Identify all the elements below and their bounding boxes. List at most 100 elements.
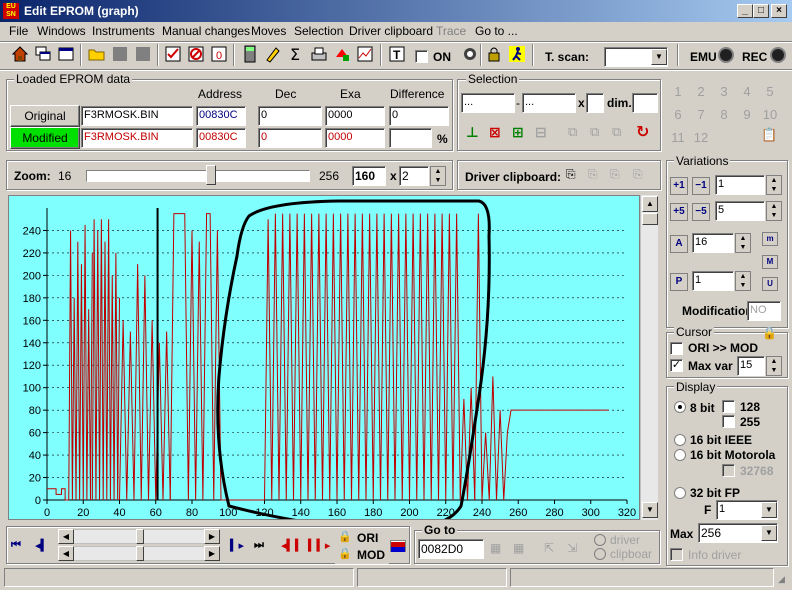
original-diff-field[interactable]: 0 <box>389 106 449 126</box>
number-key[interactable]: 7 <box>691 105 711 125</box>
chevron-down-icon[interactable]: ▼ <box>651 49 667 65</box>
select-start-icon[interactable]: ⊥ <box>466 124 482 140</box>
radio-clipboard[interactable] <box>594 548 606 560</box>
scroll-right-icon[interactable]: ▶ <box>204 546 220 561</box>
maximize-button[interactable]: □ <box>753 4 769 18</box>
check-128[interactable] <box>722 400 735 413</box>
percent-icon[interactable]: P <box>670 273 688 291</box>
plus-five-icon[interactable]: +5 <box>670 203 688 221</box>
menu-moves[interactable]: Moves <box>251 24 286 38</box>
zoom-slider-thumb[interactable] <box>205 165 216 185</box>
max-var-checkbox[interactable]: ✓ <box>670 359 683 372</box>
radio-16bit-motorola[interactable] <box>674 449 686 461</box>
check-255[interactable] <box>722 415 735 428</box>
sigma-icon[interactable]: Σ <box>286 45 306 65</box>
goto-down-icon[interactable]: ⇲ <box>567 541 583 557</box>
goto-up-icon[interactable]: ⇱ <box>544 541 560 557</box>
print-icon[interactable] <box>309 45 329 65</box>
graph-vertical-scrollbar[interactable]: ▲ ▼ <box>640 195 658 520</box>
nav-scroll-thumb-bottom[interactable] <box>136 546 144 561</box>
select-disabled-icon[interactable]: ⊟ <box>535 124 551 140</box>
variation-step3-spinner[interactable]: ▲ ▼ <box>735 233 751 253</box>
chevron-down-icon[interactable]: ▼ <box>761 525 777 541</box>
eprom-graph[interactable]: 0 20 40 60 80 100 120 140 160 180 200 220 240 260 280 3… <box>9 196 639 530</box>
rec-led-icon[interactable] <box>770 47 786 63</box>
number-key[interactable]: 5 <box>760 82 780 102</box>
prev-icon[interactable]: ◂▍ <box>35 539 49 552</box>
original-address-field[interactable]: 00830C <box>196 106 246 126</box>
undo-icon[interactable]: U <box>762 277 778 291</box>
refresh-icon[interactable]: ↻ <box>636 122 654 141</box>
check-32768[interactable] <box>722 464 735 477</box>
menu-file[interactable]: File <box>9 24 28 38</box>
nav-scroll-thumb-top[interactable] <box>136 529 144 544</box>
selection-count-field[interactable] <box>586 93 604 113</box>
zoom-multiplier-spinner[interactable]: ▲ ▼ <box>430 166 446 186</box>
menu-windows[interactable]: Windows <box>37 24 86 38</box>
variation-step4-field[interactable]: 1 <box>692 271 734 291</box>
number-key[interactable]: 6 <box>668 105 688 125</box>
next-icon[interactable]: ▍▸ <box>230 539 244 552</box>
chevron-down-icon[interactable]: ▼ <box>761 502 777 518</box>
modified-address-field[interactable]: 00830C <box>196 128 246 148</box>
variation-step4-spinner[interactable]: ▲ ▼ <box>735 271 751 291</box>
no-checksum-icon[interactable] <box>186 45 206 65</box>
variation-step1-field[interactable]: 1 <box>715 175 765 195</box>
zoom-multiplier-field[interactable]: 2 <box>399 166 429 186</box>
move-icon[interactable]: ⧉ <box>612 124 628 140</box>
resize-grip-icon[interactable]: ◢ <box>778 574 790 586</box>
menu-instruments[interactable]: Instruments <box>92 24 155 38</box>
scroll-up-icon[interactable]: ▲ <box>642 196 658 212</box>
modified-dec-field[interactable]: 0 <box>258 128 322 148</box>
select-add-icon[interactable]: ⊞ <box>512 124 528 140</box>
copy-icon[interactable]: ⧉ <box>568 124 584 140</box>
number-key[interactable]: 10 <box>760 105 780 125</box>
add-value-icon[interactable]: A <box>670 235 688 253</box>
plus-one-icon[interactable]: +1 <box>670 177 688 195</box>
number-key[interactable]: 8 <box>714 105 734 125</box>
modified-exa-field[interactable]: 0000 <box>325 128 385 148</box>
next-diff-icon[interactable]: ▍▍▸ <box>308 539 330 552</box>
zoom-value-field[interactable]: 160 <box>352 166 386 186</box>
minimize-button[interactable]: _ <box>737 4 753 18</box>
cursor-lock-icon[interactable]: 🔒 <box>762 326 780 344</box>
paste-clipboard-icon[interactable]: 📋 <box>761 127 781 145</box>
radio-32bit-fp[interactable] <box>674 487 686 499</box>
number-key[interactable]: 2 <box>691 82 711 102</box>
save-icon[interactable] <box>110 45 130 65</box>
graph-area[interactable]: 0 20 40 60 80 100 120 140 160 180 200 220 240 260 280 3… <box>8 195 640 530</box>
number-key[interactable]: 11 <box>668 128 688 148</box>
goto-grid2-icon[interactable]: ▦ <box>513 541 529 557</box>
number-key[interactable]: 1 <box>668 82 688 102</box>
number-key[interactable]: 4 <box>737 82 757 102</box>
ori-mod-checkbox[interactable] <box>670 342 683 355</box>
original-dec-field[interactable]: 0 <box>258 106 322 126</box>
clipboard-clear-icon[interactable]: ⎘ <box>633 167 649 183</box>
menu-trace[interactable]: Trace <box>436 24 466 38</box>
number-key[interactable]: 12 <box>691 128 711 148</box>
original-button[interactable]: Original <box>10 105 80 127</box>
original-exa-field[interactable]: 0000 <box>325 106 385 126</box>
scroll-left-icon[interactable]: ◀ <box>58 529 74 544</box>
number-key[interactable]: 3 <box>714 82 734 102</box>
max-var-spinner[interactable]: ▲ ▼ <box>766 356 782 376</box>
menu-go-to[interactable]: Go to ... <box>475 24 518 38</box>
close-button[interactable]: × <box>771 4 787 18</box>
original-file-field[interactable]: F3RMOSK.BIN <box>81 106 193 126</box>
variation-step1-spinner[interactable]: ▲ ▼ <box>766 175 782 195</box>
circle-icon[interactable] <box>460 45 480 65</box>
scroll-left-icon[interactable]: ◀ <box>58 546 74 561</box>
clipboard-move-icon[interactable]: ⎘ <box>610 167 626 183</box>
text-icon[interactable]: T <box>387 45 407 65</box>
home-icon[interactable] <box>10 45 30 65</box>
radio-16bit-ieee[interactable] <box>674 434 686 446</box>
chart-icon[interactable] <box>355 45 375 65</box>
first-icon[interactable]: ⏮ <box>11 539 21 552</box>
selection-from-field[interactable]: ... <box>461 93 515 113</box>
mod-toggle[interactable]: 🔒 MOD <box>335 546 389 564</box>
selection-to-field[interactable]: ... <box>522 93 576 113</box>
radio-driver[interactable] <box>594 534 606 546</box>
modified-diff-field[interactable] <box>389 128 432 148</box>
minus-five-icon[interactable]: −5 <box>692 203 710 221</box>
dim-field[interactable] <box>632 93 658 113</box>
